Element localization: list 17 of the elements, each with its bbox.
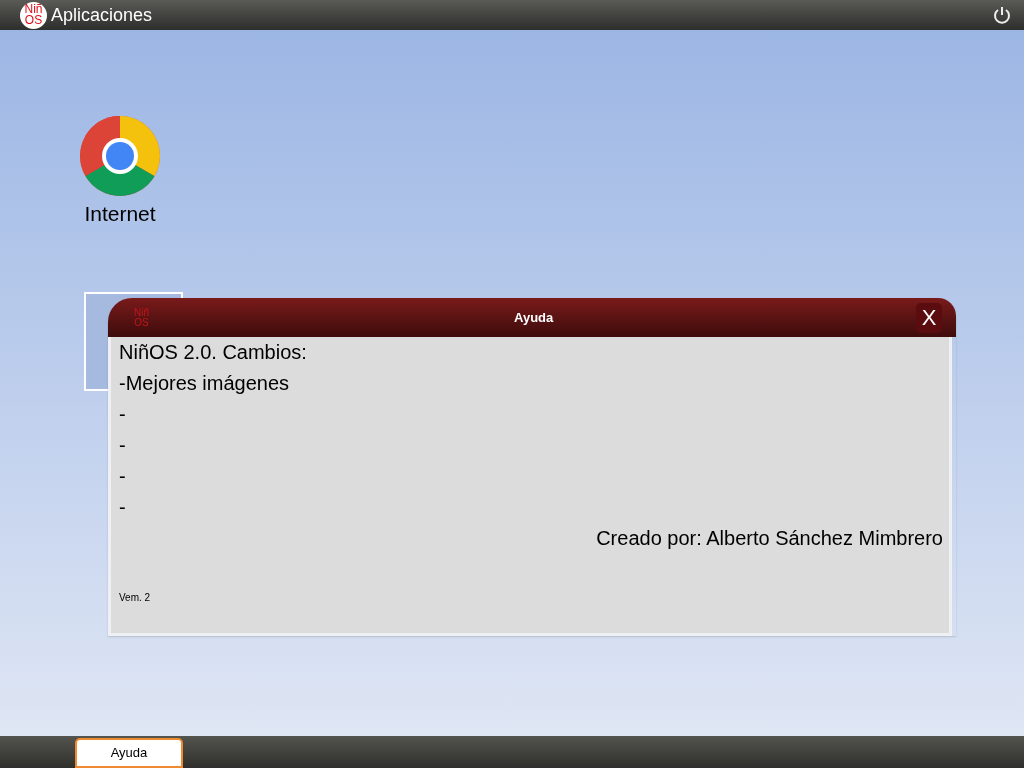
browser-icon[interactable] [78, 114, 162, 198]
credit-text: Creado por: Alberto Sánchez Mimbrero [596, 526, 943, 551]
close-button[interactable]: X [916, 302, 942, 333]
change-line: - [119, 464, 127, 489]
power-icon[interactable] [992, 5, 1012, 25]
taskbar-item[interactable]: Ayuda [75, 738, 183, 768]
menu-title[interactable]: Aplicaciones [51, 1, 153, 29]
window-title: Ayuda [514, 308, 554, 327]
change-line: NiñOS 2.0. Cambios: [119, 340, 308, 365]
change-line: - [119, 402, 127, 427]
change-line: - [119, 495, 127, 520]
logo: Niñ OS [134, 307, 149, 328]
change-line: -Mejores imágenes [119, 371, 291, 396]
version-text: Vem. 2 [119, 591, 152, 605]
change-line: - [119, 433, 127, 458]
icon-label: Internet [84, 201, 156, 227]
logo: Niñ OS [20, 1, 47, 29]
